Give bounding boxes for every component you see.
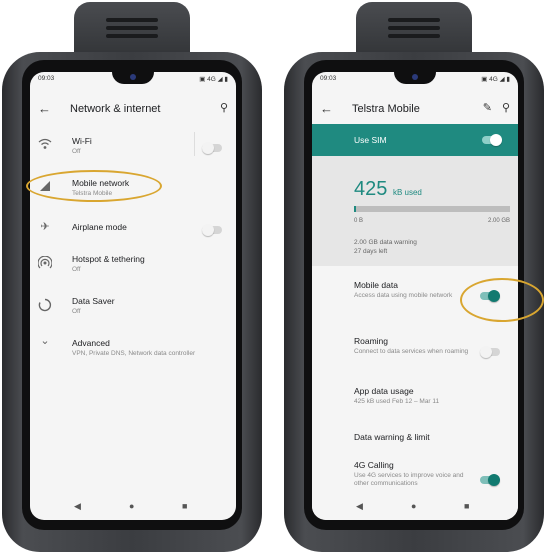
row-subtitle: 425 kB used Feb 12 – Mar 11 <box>354 398 440 405</box>
search-icon[interactable]: ⚲ <box>502 101 510 114</box>
data-usage-card: 425 kB used 0 B 2.00 GB 2.00 GB data war… <box>312 156 518 266</box>
speaker-grill <box>106 26 158 30</box>
row-title: App data usage <box>354 386 414 396</box>
row-subtitle: Use 4G services to improve voice and oth… <box>354 472 464 487</box>
usage-progress-bar <box>354 206 510 212</box>
status-icons: ▣ 4G ◢ ▮ <box>481 76 510 83</box>
usage-max-label: 2.00 GB <box>487 218 510 224</box>
page-title: Telstra Mobile <box>352 103 420 115</box>
days-left-label: 27 days left <box>354 248 388 255</box>
row-title: Mobile data <box>354 280 398 290</box>
roaming-toggle[interactable] <box>480 346 500 358</box>
row-subtitle: Access data using mobile network <box>354 292 453 299</box>
row-title: Data Saver <box>72 296 115 306</box>
row-title: 4G Calling <box>354 460 394 470</box>
row-title: Roaming <box>354 336 389 346</box>
hotspot-icon <box>37 255 53 273</box>
nav-back-icon[interactable]: ◀ <box>356 501 363 512</box>
phone-left: 09:03 ▣ 4G ◢ ▮ ← Network & internet ⚲ Wi… <box>2 2 262 552</box>
status-time: 09:03 <box>38 75 55 82</box>
roaming-row[interactable]: Roaming Connect to data services when ro… <box>312 334 518 374</box>
app-data-usage-row[interactable]: App data usage 425 kB used Feb 12 – Mar … <box>312 384 518 424</box>
camera-notch <box>112 72 154 84</box>
nav-bar: ◀ ● ■ <box>312 494 518 520</box>
row-subtitle: Connect to data services when roaming <box>354 348 469 355</box>
search-icon[interactable]: ⚲ <box>220 101 228 114</box>
speaker-grill <box>106 18 158 22</box>
4g-calling-row[interactable]: 4G Calling Use 4G services to improve vo… <box>312 458 518 498</box>
nav-back-icon[interactable]: ◀ <box>74 501 81 512</box>
app-bar: ← Network & internet ⚲ <box>30 96 236 124</box>
usage-warning-text: 2.00 GB data warning 27 days left <box>354 238 417 256</box>
4g-calling-toggle[interactable] <box>480 474 500 486</box>
nav-home-icon[interactable]: ● <box>129 501 134 511</box>
row-title: Data warning & limit <box>354 432 430 442</box>
row-title: Advanced <box>72 338 110 348</box>
airplane-toggle[interactable] <box>202 224 222 236</box>
divider <box>194 132 195 156</box>
usage-progress-fill <box>354 206 356 212</box>
data-warning-limit-row[interactable]: Data warning & limit <box>312 424 518 454</box>
phone-right: 09:03 ▣ 4G ◢ ▮ ← Telstra Mobile ✎ ⚲ Use … <box>284 2 544 552</box>
nav-home-icon[interactable]: ● <box>411 501 416 511</box>
nav-bar: ◀ ● ■ <box>30 494 236 520</box>
data-saver-icon <box>38 298 52 315</box>
row-subtitle: VPN, Private DNS, Network data controlle… <box>72 350 196 357</box>
speaker-grill <box>388 18 440 22</box>
highlight-ring <box>460 278 544 322</box>
row-subtitle: Off <box>72 266 81 273</box>
camera-icon <box>130 74 136 80</box>
data-warning-label: 2.00 GB data warning <box>354 239 417 246</box>
speaker-grill <box>388 26 440 30</box>
edit-pencil-icon[interactable]: ✎ <box>483 101 492 114</box>
use-sim-toggle[interactable] <box>482 134 502 146</box>
use-sim-bar[interactable]: Use SIM <box>312 124 518 156</box>
usage-unit: kB used <box>392 188 422 197</box>
nav-recents-icon[interactable]: ■ <box>464 501 469 511</box>
status-time: 09:03 <box>320 75 337 82</box>
back-arrow-icon[interactable]: ← <box>38 101 51 116</box>
advanced-row[interactable]: ⌄ Advanced VPN, Private DNS, Network dat… <box>30 330 236 370</box>
wifi-icon <box>38 138 52 153</box>
row-title: Airplane mode <box>72 222 127 232</box>
speaker-grill <box>106 34 158 38</box>
nav-recents-icon[interactable]: ■ <box>182 501 187 511</box>
row-subtitle: Off <box>72 148 81 155</box>
chevron-down-icon: ⌄ <box>40 335 50 347</box>
airplane-mode-row[interactable]: ✈ Airplane mode <box>30 210 236 250</box>
airplane-icon: ✈ <box>40 221 50 233</box>
camera-icon <box>412 74 418 80</box>
status-icons: ▣ 4G ◢ ▮ <box>199 76 228 83</box>
speaker-grill <box>388 34 440 38</box>
row-title: Hotspot & tethering <box>72 254 145 264</box>
back-arrow-icon[interactable]: ← <box>320 101 333 116</box>
wifi-toggle[interactable] <box>202 142 222 154</box>
wifi-row[interactable]: Wi-Fi Off <box>30 128 236 168</box>
highlight-ring <box>26 170 162 202</box>
use-sim-label: Use SIM <box>354 135 387 145</box>
data-saver-row[interactable]: Data Saver Off <box>30 288 236 328</box>
usage-min-label: 0 B <box>354 218 364 224</box>
row-title: Wi-Fi <box>72 136 92 146</box>
screen-network-internet: 09:03 ▣ 4G ◢ ▮ ← Network & internet ⚲ Wi… <box>30 72 236 520</box>
camera-notch <box>394 72 436 84</box>
hotspot-row[interactable]: Hotspot & tethering Off <box>30 246 236 286</box>
row-subtitle: Off <box>72 308 81 315</box>
usage-amount: 425 kB used <box>354 178 422 200</box>
page-title: Network & internet <box>70 103 161 115</box>
app-bar: ← Telstra Mobile ✎ ⚲ <box>312 96 518 124</box>
